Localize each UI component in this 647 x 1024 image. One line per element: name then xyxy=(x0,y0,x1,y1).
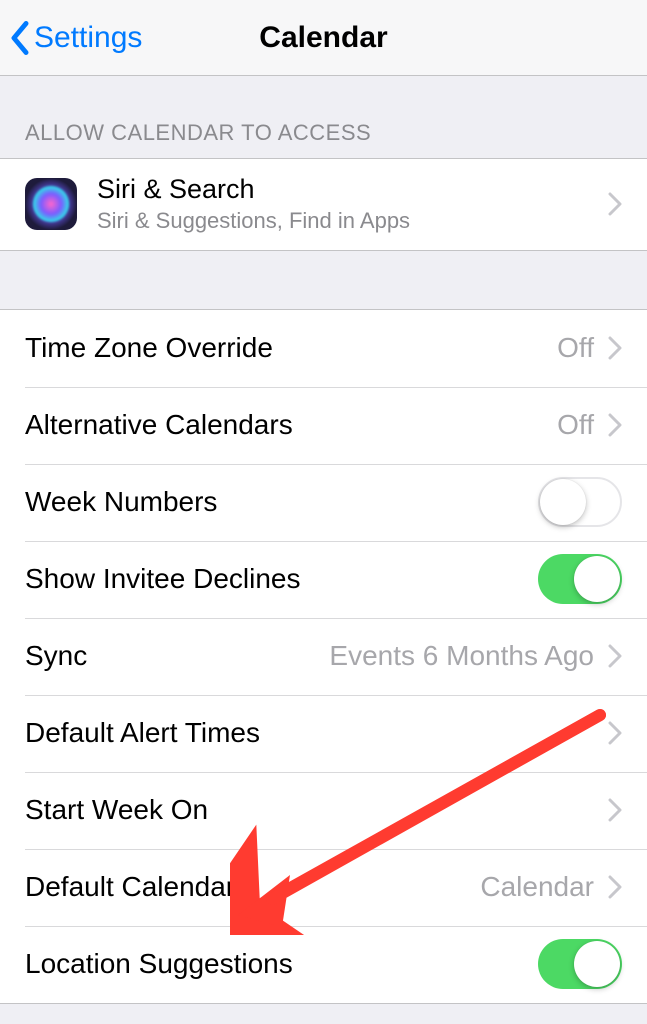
default-calendar-row[interactable]: Default Calendar Calendar xyxy=(0,849,647,926)
time-zone-override-row[interactable]: Time Zone Override Off xyxy=(0,310,647,387)
siri-search-row[interactable]: Siri & Search Siri & Suggestions, Find i… xyxy=(0,159,647,250)
chevron-right-icon xyxy=(608,336,622,360)
section-gap xyxy=(0,251,647,309)
row-label: Alternative Calendars xyxy=(25,409,557,441)
page-title: Calendar xyxy=(259,21,387,55)
chevron-right-icon xyxy=(608,875,622,899)
siri-title: Siri & Search xyxy=(97,173,608,205)
siri-icon xyxy=(25,178,77,230)
chevron-right-icon xyxy=(608,721,622,745)
nav-bar: Settings Calendar xyxy=(0,0,647,76)
toggle-knob xyxy=(574,556,620,602)
chevron-right-icon xyxy=(608,644,622,668)
section-header: ALLOW CALENDAR TO ACCESS xyxy=(0,76,647,158)
week-numbers-toggle[interactable] xyxy=(538,477,622,527)
chevron-right-icon xyxy=(608,413,622,437)
row-label: Week Numbers xyxy=(25,486,538,518)
chevron-right-icon xyxy=(608,798,622,822)
location-suggestions-toggle[interactable] xyxy=(538,939,622,989)
sync-row[interactable]: Sync Events 6 Months Ago xyxy=(0,618,647,695)
chevron-left-icon xyxy=(10,21,30,55)
siri-subtitle: Siri & Suggestions, Find in Apps xyxy=(97,207,608,236)
access-list: Siri & Search Siri & Suggestions, Find i… xyxy=(0,158,647,251)
start-week-on-row[interactable]: Start Week On xyxy=(0,772,647,849)
row-label: Sync xyxy=(25,640,329,672)
row-label: Show Invitee Declines xyxy=(25,563,538,595)
toggle-knob xyxy=(540,479,586,525)
row-label: Location Suggestions xyxy=(25,948,538,980)
week-numbers-row: Week Numbers xyxy=(0,464,647,541)
default-alert-times-row[interactable]: Default Alert Times xyxy=(0,695,647,772)
row-label: Start Week On xyxy=(25,794,608,826)
row-value: Off xyxy=(557,409,594,441)
location-suggestions-row: Location Suggestions xyxy=(0,926,647,1003)
row-value: Events 6 Months Ago xyxy=(329,640,594,672)
back-button[interactable]: Settings xyxy=(10,21,142,55)
show-invitee-declines-row: Show Invitee Declines xyxy=(0,541,647,618)
chevron-right-icon xyxy=(608,192,622,216)
row-label: Default Calendar xyxy=(25,871,480,903)
row-value: Calendar xyxy=(480,871,594,903)
row-value: Off xyxy=(557,332,594,364)
back-label: Settings xyxy=(34,21,142,55)
alternative-calendars-row[interactable]: Alternative Calendars Off xyxy=(0,387,647,464)
toggle-knob xyxy=(574,941,620,987)
siri-text: Siri & Search Siri & Suggestions, Find i… xyxy=(97,173,608,236)
invitee-declines-toggle[interactable] xyxy=(538,554,622,604)
settings-list: Time Zone Override Off Alternative Calen… xyxy=(0,309,647,1004)
row-label: Time Zone Override xyxy=(25,332,557,364)
row-label: Default Alert Times xyxy=(25,717,608,749)
